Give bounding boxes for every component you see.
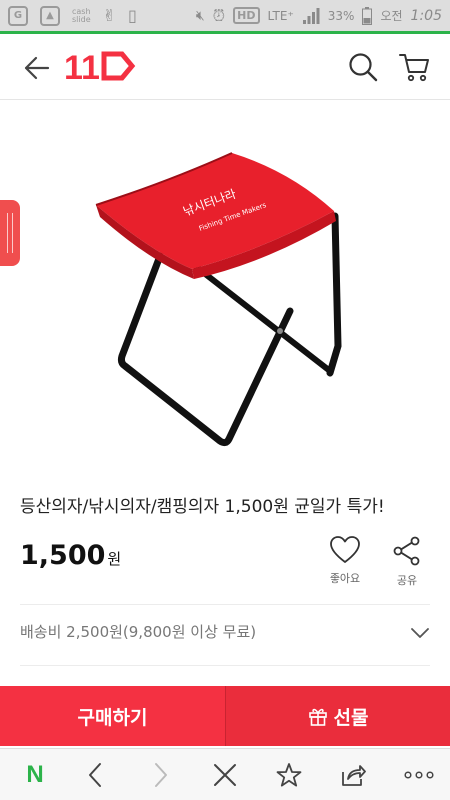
usage-icon: ▯ (128, 6, 137, 25)
close-tab-button[interactable] (210, 761, 240, 789)
more-dots-icon (404, 771, 434, 779)
star-icon (276, 763, 302, 787)
naver-logo: N (26, 761, 44, 788)
hd-voice-icon: HD (233, 7, 260, 24)
lte-indicator: LTE⁺ (267, 8, 294, 23)
heart-icon (330, 536, 360, 563)
share-label: 공유 (396, 574, 418, 587)
price-value: 1,500 (20, 540, 106, 571)
victory-hand-icon: ✌ (102, 6, 117, 25)
like-button[interactable]: 좋아요 (320, 536, 370, 586)
more-menu-button[interactable] (402, 761, 436, 789)
chevron-left-icon (89, 763, 101, 787)
gift-label: 선물 (333, 706, 369, 729)
browser-forward-button[interactable] (146, 761, 176, 789)
app-header: 11 (0, 34, 450, 100)
app-g-icon: G (8, 5, 28, 26)
battery-icon (362, 6, 373, 25)
alarm-icon: ⏰︎ (212, 5, 226, 25)
naver-home-button[interactable]: N (20, 761, 50, 789)
browser-toolbar: N (0, 748, 450, 800)
divider (20, 604, 430, 605)
share-icon (393, 536, 420, 566)
folding-stool-illustration: 낚시터나라 Fishing Time Makers (95, 152, 342, 447)
battery-percent: 33% (327, 8, 355, 23)
shipping-fee: 배송비 2,500원(9,800원 이상 무료) (20, 623, 257, 641)
clock: 1:05 (410, 7, 442, 24)
side-drawer-handle[interactable] (0, 200, 20, 266)
gift-icon (308, 708, 327, 726)
chevron-right-icon (155, 763, 167, 787)
close-icon (214, 764, 236, 786)
buy-button[interactable]: 구매하기 (0, 686, 225, 746)
divider (20, 665, 430, 666)
back-arrow-icon[interactable] (22, 54, 50, 82)
share-arrow-icon (342, 765, 366, 786)
product-image[interactable]: 낚시터나라 Fishing Time Makers (0, 101, 450, 476)
buy-label: 구매하기 (77, 706, 148, 729)
signal-icon (302, 7, 320, 24)
search-icon[interactable] (348, 52, 378, 82)
share-page-button[interactable] (338, 761, 368, 789)
purchase-bar: 구매하기 선물 (0, 686, 450, 746)
mute-icon: 🔇︎ (195, 7, 205, 24)
cart-icon[interactable] (398, 52, 430, 82)
ampm-label: 오전 (380, 9, 403, 23)
browser-back-button[interactable] (80, 761, 110, 789)
product-title: 등산의자/낚시의자/캠핑의자 1,500원 균일가 특가! (20, 497, 385, 517)
11st-logo[interactable]: 11 (64, 48, 136, 84)
gallery-icon: ▲ (40, 5, 60, 26)
status-bar: G ▲ cash slide ✌ ▯ 🔇︎ ⏰︎ HD LTE⁺ 33% 오전 1… (0, 0, 450, 31)
price-unit: 원 (107, 550, 122, 568)
share-button[interactable]: 공유 (382, 536, 432, 588)
chevron-down-icon[interactable] (410, 626, 430, 640)
svg-text:11: 11 (64, 49, 100, 84)
bookmark-button[interactable] (274, 761, 304, 789)
gift-button[interactable]: 선물 (225, 686, 450, 746)
cashslide-icon: cash slide (72, 6, 91, 24)
like-label: 좋아요 (329, 572, 361, 585)
price: 1,500 원 (20, 540, 121, 571)
